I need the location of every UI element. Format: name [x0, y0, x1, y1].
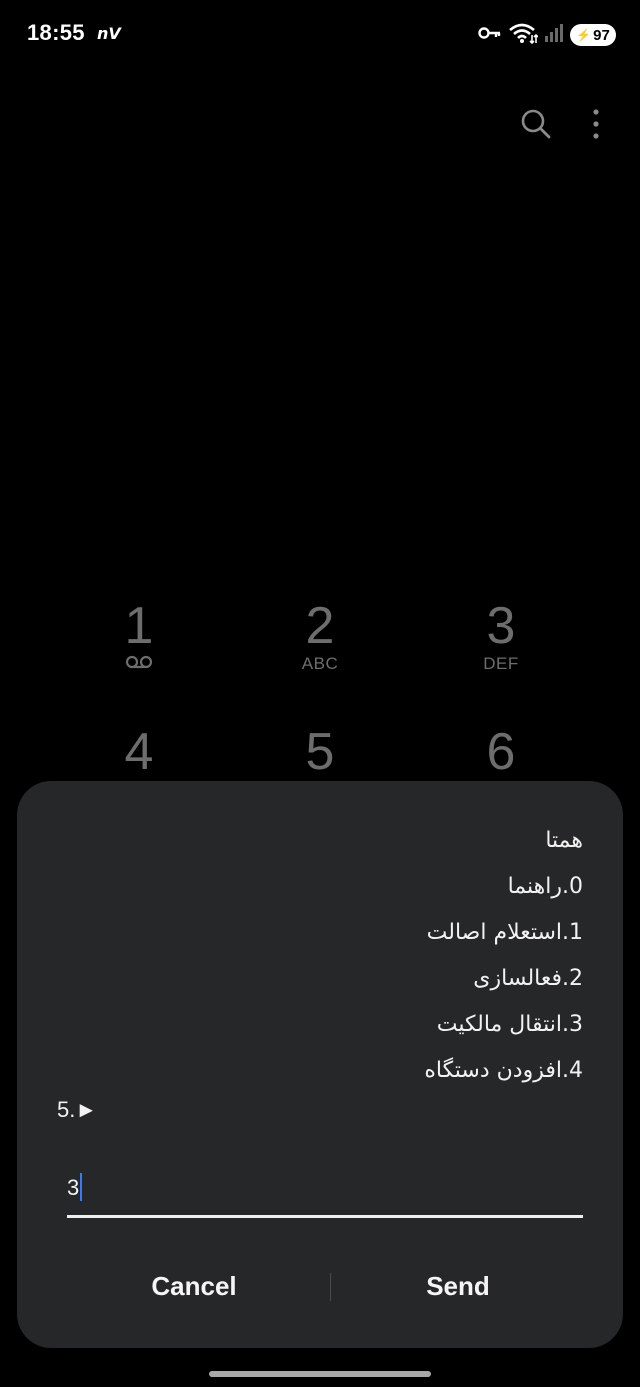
status-bar: 18:55 nV ⚡ 97: [0, 0, 640, 68]
wifi-icon: [508, 22, 539, 48]
menu-option-1: 1.استعلام اصالت: [426, 920, 583, 945]
key-digit: 3: [486, 597, 516, 655]
menu-option-4: 4.افزودن دستگاه: [424, 1058, 583, 1083]
more-options-icon[interactable]: [592, 108, 600, 144]
menu-option-2: 2.فعالسازی: [473, 966, 583, 991]
home-indicator[interactable]: [209, 1371, 431, 1377]
button-divider: [330, 1273, 331, 1301]
search-icon[interactable]: [520, 108, 552, 144]
dialpad-key-3[interactable]: 3 DEF: [441, 596, 561, 674]
key-letters: ABC: [301, 654, 339, 673]
battery-level: 97: [593, 26, 610, 44]
menu-option-0: 0.راهنما: [507, 874, 583, 899]
toolbar-actions: [520, 108, 600, 144]
status-time: 18:55: [27, 20, 85, 45]
voicemail-icon: [79, 654, 199, 674]
status-icons: ⚡ 97: [478, 22, 616, 48]
signal-icon: [544, 24, 564, 46]
key-digit: 2: [305, 597, 335, 655]
reply-input[interactable]: 3: [67, 1169, 583, 1218]
key-digit: 4: [124, 723, 154, 781]
key-digit: 1: [124, 597, 154, 655]
send-button[interactable]: Send: [348, 1261, 568, 1311]
key-digit: 6: [486, 723, 516, 781]
cancel-button[interactable]: Cancel: [84, 1261, 304, 1311]
text-caret: [80, 1173, 83, 1202]
charging-bolt-icon: ⚡: [576, 28, 592, 42]
dialpad-key-2[interactable]: 2 ABC: [260, 596, 380, 674]
menu-option-5-next: 5.►: [57, 1097, 98, 1122]
dialpad-key-5[interactable]: 5: [260, 722, 380, 782]
menu-option-3: 3.انتقال مالکیت: [436, 1012, 583, 1037]
reply-input-value: 3: [67, 1173, 83, 1202]
carrier-icon: nV: [97, 24, 121, 43]
dialpad-key-4[interactable]: 4: [79, 722, 199, 782]
dialpad-key-1[interactable]: 1: [79, 596, 199, 674]
ussd-message: همتا 0.راهنما 1.استعلام اصالت 2.فعالسازی…: [63, 821, 583, 1097]
key-letters: DEF: [483, 654, 519, 673]
message-title: همتا: [545, 828, 583, 853]
ussd-dialog: همتا 0.راهنما 1.استعلام اصالت 2.فعالسازی…: [17, 781, 623, 1348]
key-icon: [478, 25, 502, 45]
battery-icon: ⚡ 97: [570, 24, 616, 46]
dialog-actions: Cancel Send: [17, 1261, 623, 1311]
key-digit: 5: [305, 723, 335, 781]
dialpad-key-6[interactable]: 6: [441, 722, 561, 782]
